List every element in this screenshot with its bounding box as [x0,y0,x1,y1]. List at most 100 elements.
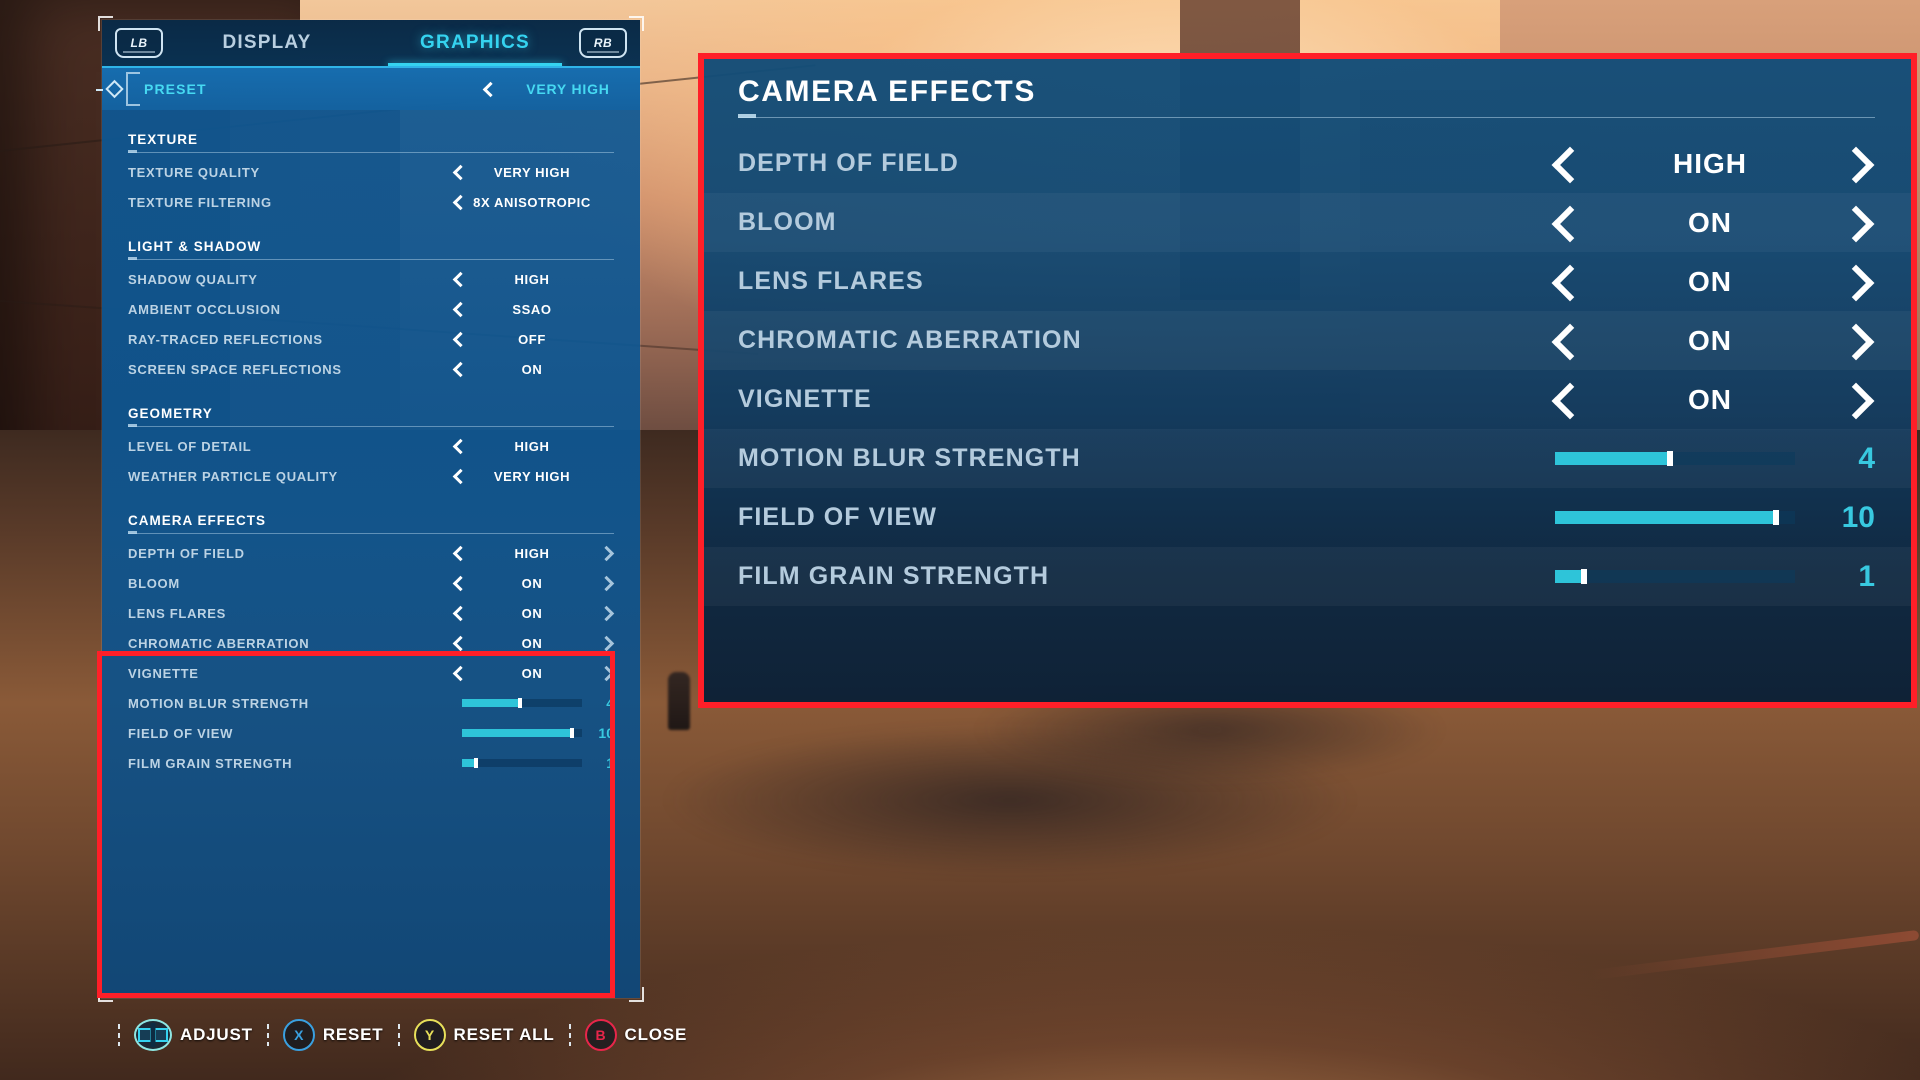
setting-row[interactable]: FIELD OF VIEW 10 [128,718,614,748]
chevron-left-icon[interactable] [450,164,466,180]
chevron-right-icon[interactable] [1835,321,1875,361]
preset-prev-arrow-icon[interactable] [480,81,496,97]
overlay-setting-row[interactable]: FIELD OF VIEW 10 [704,488,1911,547]
button-prompt[interactable]: ADJUST [134,1019,253,1051]
chevron-left-icon[interactable] [1545,144,1585,184]
chevron-left-icon[interactable] [450,665,466,681]
overlay-setting-slider[interactable] [1555,510,1795,525]
overlay-setting-label: MOTION BLUR STRENGTH [738,444,1081,472]
panel-corner-bottom-left [98,987,113,1002]
chevron-left-icon[interactable] [450,438,466,454]
setting-row[interactable]: VIGNETTE ON [128,658,614,688]
setting-row[interactable]: LEVEL OF DETAIL HIGH [128,431,614,461]
chevron-left-icon[interactable] [450,331,466,347]
setting-row[interactable]: CHROMATIC ABERRATION ON [128,628,614,658]
setting-control: ON [450,361,614,377]
chevron-left-icon[interactable] [1545,262,1585,302]
slider-knob[interactable] [570,728,575,738]
setting-row[interactable]: MOTION BLUR STRENGTH 4 [128,688,614,718]
setting-row[interactable]: TEXTURE FILTERING 8X ANISOTROPIC [128,187,614,217]
chevron-left-icon[interactable] [450,545,466,561]
chevron-left-icon[interactable] [450,301,466,317]
slider-knob[interactable] [1580,569,1587,584]
tab-graphics[interactable]: GRAPHICS [371,20,579,66]
chevron-right-icon[interactable] [598,605,614,621]
setting-row[interactable]: FILM GRAIN STRENGTH 1 [128,748,614,778]
setting-control: ON [450,635,614,651]
chevron-left-icon[interactable] [450,635,466,651]
chevron-right-icon[interactable] [598,575,614,591]
chevron-right-icon[interactable] [598,635,614,651]
overlay-slider-value: 4 [1858,441,1875,475]
prompt-separator [568,1024,571,1046]
slider-knob[interactable] [1667,451,1674,466]
setting-row[interactable]: SHADOW QUALITY HIGH [128,264,614,294]
overlay-setting-row[interactable]: VIGNETTE ON [704,370,1911,429]
chevron-left-icon[interactable] [450,575,466,591]
settings-panel: LB DISPLAY GRAPHICS RB PRESET VERY HIGH … [96,16,644,1002]
setting-slider[interactable] [462,698,582,708]
chevron-left-icon[interactable] [1545,321,1585,361]
setting-label: FILM GRAIN STRENGTH [128,755,293,771]
setting-slider[interactable] [462,728,582,738]
tab-display[interactable]: DISPLAY [163,20,371,66]
setting-label: AMBIENT OCCLUSION [128,301,281,317]
chevron-left-icon[interactable] [1545,203,1585,243]
chevron-left-icon[interactable] [450,271,466,287]
setting-control: 8X ANISOTROPIC [450,194,614,210]
slider-fill [1555,570,1584,583]
chevron-left-icon[interactable] [450,468,466,484]
button-prompt[interactable]: B CLOSE [584,1019,688,1051]
overlay-setting-row[interactable]: BLOOM ON [704,193,1911,252]
overlay-setting-row[interactable]: DEPTH OF FIELD HIGH [704,134,1911,193]
setting-row[interactable]: BLOOM ON [128,568,614,598]
chevron-right-icon[interactable] [1835,144,1875,184]
slider-fill [462,729,573,737]
overlay-setting-row[interactable]: MOTION BLUR STRENGTH 4 [704,429,1911,488]
setting-value: SSAO [512,301,552,317]
preset-row[interactable]: PRESET VERY HIGH [96,66,640,110]
button-prompt[interactable]: Y RESET ALL [413,1019,555,1051]
setting-value: ON [521,361,543,377]
setting-row[interactable]: LENS FLARES ON [128,598,614,628]
overlay-setting-row[interactable]: LENS FLARES ON [704,252,1911,311]
setting-control: VERY HIGH [450,468,614,484]
chevron-right-icon[interactable] [1835,262,1875,302]
overlay-setting-row[interactable]: FILM GRAIN STRENGTH 1 [704,547,1911,606]
chevron-left-icon[interactable] [450,194,466,210]
setting-label: LEVEL OF DETAIL [128,438,252,454]
setting-row[interactable]: DEPTH OF FIELD HIGH [128,538,614,568]
settings-group: GEOMETRY LEVEL OF DETAIL HIGH WEATHER PARTI… [128,406,614,491]
setting-control: 4 [462,695,614,711]
setting-label: RAY-TRACED REFLECTIONS [128,331,323,347]
chevron-left-icon[interactable] [450,361,466,377]
setting-row[interactable]: SCREEN SPACE REFLECTIONS ON [128,354,614,384]
slider-knob[interactable] [474,758,479,768]
overlay-setting-slider[interactable] [1555,569,1795,584]
setting-slider[interactable] [462,758,582,768]
chevron-right-icon[interactable] [598,545,614,561]
chevron-right-icon[interactable] [598,665,614,681]
right-bumper-icon[interactable]: RB [579,28,627,58]
left-bumper-icon[interactable]: LB [115,28,163,58]
overlay-setting-control: ON [1545,380,1875,420]
setting-control: SSAO [450,301,614,317]
chevron-left-icon[interactable] [1545,380,1585,420]
setting-row[interactable]: RAY-TRACED REFLECTIONS OFF [128,324,614,354]
overlay-setting-slider[interactable] [1555,451,1795,466]
setting-row[interactable]: WEATHER PARTICLE QUALITY VERY HIGH [128,461,614,491]
slider-knob[interactable] [1772,510,1779,525]
settings-group: CAMERA EFFECTS DEPTH OF FIELD HIGH BLOOM ON L… [128,513,614,778]
slider-knob[interactable] [517,698,522,708]
group-title: CAMERA EFFECTS [128,513,266,528]
overlay-setting-control: ON [1545,321,1875,361]
chevron-right-icon[interactable] [1835,203,1875,243]
chevron-right-icon[interactable] [1835,380,1875,420]
overlay-setting-row[interactable]: CHROMATIC ABERRATION ON [704,311,1911,370]
setting-row[interactable]: TEXTURE QUALITY VERY HIGH [128,157,614,187]
button-prompt-label: RESET ALL [453,1025,555,1044]
chevron-left-icon[interactable] [450,605,466,621]
button-prompt[interactable]: X RESET [282,1019,384,1051]
setting-row[interactable]: AMBIENT OCCLUSION SSAO [128,294,614,324]
setting-control: ON [450,665,614,681]
